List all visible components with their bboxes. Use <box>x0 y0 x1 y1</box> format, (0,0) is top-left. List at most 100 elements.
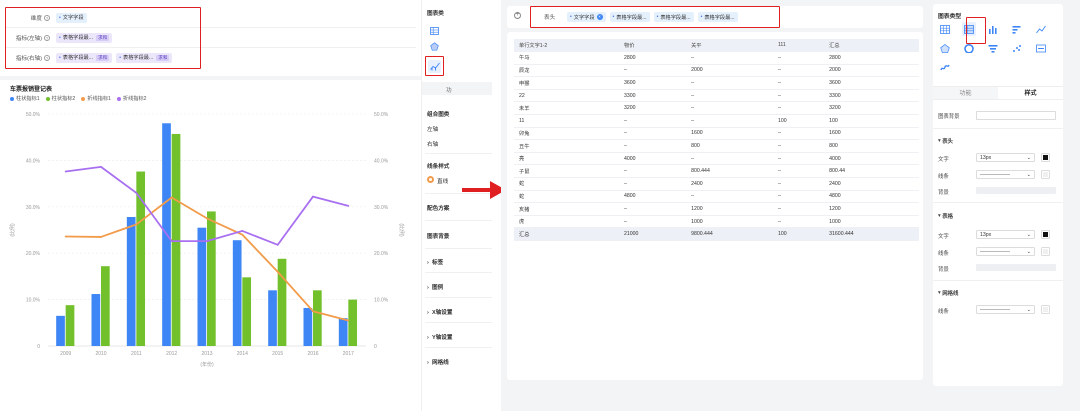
field-label: 维度 <box>30 15 42 22</box>
help-icon[interactable]: ? <box>44 14 50 21</box>
left-config-strip: 图表类 功 组合图类 左轴 右轴 线条样式 直线 配色方案 图表背景 › 标签 … <box>421 0 492 411</box>
column-header[interactable]: 关平 <box>686 39 773 53</box>
field-chip[interactable]: • 表格字段最... 求和 <box>56 32 113 43</box>
section-labels[interactable]: › 标签 <box>427 258 443 266</box>
table-chart-icon[interactable] <box>428 24 441 37</box>
table-cell: 3600 <box>824 76 919 90</box>
field-chip[interactable]: • 文字字段 <box>56 12 87 23</box>
x-tick-label: 2010 <box>95 351 106 357</box>
header-chip[interactable]: • 表格字段最... <box>697 12 738 22</box>
card-chart-icon[interactable] <box>1034 41 1048 55</box>
table-row: 虎 –1000–1000 <box>514 215 919 229</box>
table-cell: 3600 <box>619 76 687 90</box>
column-header[interactable]: 物价 <box>619 39 687 53</box>
radio-straight-line[interactable] <box>427 176 434 183</box>
help-icon[interactable]: ? <box>44 34 50 41</box>
table-cell: 3300 <box>619 89 687 103</box>
table-cell: – <box>619 202 687 216</box>
pivot-table-card: 单行文字1-2 物价 关平 111 汇总 午马 2800– –2800 辰龙 –2000–200… <box>507 32 923 380</box>
bar-柱状指标2 <box>348 299 358 346</box>
add-icon[interactable]: + <box>514 12 521 19</box>
column-header[interactable]: 单行文字1-2 <box>514 39 619 53</box>
section-legend[interactable]: › 图例 <box>427 283 443 291</box>
table-cell: – <box>772 190 825 204</box>
table-chart-icon[interactable] <box>938 22 952 36</box>
header-line-select[interactable]: ⌄ <box>976 170 1035 179</box>
point-折线指标2 <box>206 240 208 243</box>
remove-chip-icon[interactable]: × <box>596 14 603 20</box>
bar-柱状指标1 <box>197 227 207 346</box>
help-icon[interactable]: ? <box>44 54 50 61</box>
chip-dot-icon: • <box>59 14 61 21</box>
table-row: 辰龙 –2000–2000 <box>514 64 919 78</box>
tab-function[interactable]: 功 <box>446 86 452 94</box>
y-axis-title-right: (比例) <box>398 223 405 237</box>
table-line-select[interactable]: ⌄ <box>976 247 1035 256</box>
table-cell: 1200 <box>686 202 773 216</box>
header-chip[interactable]: • 文字字段 × <box>567 12 606 22</box>
text-label: 文字 <box>938 234 949 240</box>
tab-style[interactable]: 样式 <box>998 87 1063 99</box>
pivot-chart-icon[interactable] <box>962 22 976 36</box>
section-gridline[interactable]: ▾ 网格线 <box>938 289 958 297</box>
table-line-color-swatch[interactable] <box>1041 247 1050 256</box>
agg-badge[interactable]: 求和 <box>96 54 110 61</box>
legend-swatch <box>81 96 86 101</box>
chevron-right-icon: › <box>427 335 429 341</box>
section-x-axis[interactable]: › X轴设置 <box>427 308 453 316</box>
table-cell: 2800 <box>619 51 687 65</box>
pie-chart-icon[interactable] <box>962 41 976 55</box>
table-text-color-swatch[interactable] <box>1041 230 1050 239</box>
agg-badge[interactable]: 求和 <box>156 54 170 61</box>
field-chip[interactable]: • 表格字段最... 求和 <box>56 52 113 63</box>
field-chip[interactable]: • 表格字段最... 求和 <box>116 52 173 63</box>
legend-item[interactable]: 柱状指标2 <box>45 95 75 102</box>
column-header[interactable]: 汇总 <box>824 39 919 53</box>
header-chip[interactable]: • 表格字段最... <box>653 12 694 22</box>
total-cell: 21000 <box>619 227 687 241</box>
point-折线指标2 <box>170 240 173 243</box>
combo-chart-type-icon[interactable] <box>428 60 441 73</box>
y-tick-label-left: 10.0% <box>26 298 41 304</box>
header-font-size-select[interactable]: 13px ⌄ <box>976 153 1035 162</box>
x-tick-label: 2015 <box>272 351 283 357</box>
field-label: 指标(右轴) <box>15 55 42 62</box>
combo-chart: 0 0 10.0% 10.0% 20.0% 20.0% 30.0% 30.0% 40.0% 40.… <box>9 112 405 368</box>
chart-bg-input[interactable] <box>976 111 1056 120</box>
header-chip[interactable]: • 表格字段最... <box>609 12 650 22</box>
section-y-axis[interactable]: › Y轴设置 <box>427 333 453 341</box>
scatter-chart-icon[interactable] <box>1010 41 1024 55</box>
header-text-color-swatch[interactable] <box>1041 153 1050 162</box>
legend-item[interactable]: 折线指标1 <box>81 95 111 102</box>
table-bg-input[interactable] <box>976 264 1056 271</box>
point-折线指标2 <box>347 204 350 207</box>
grid-line-select[interactable]: ⌄ <box>976 305 1035 314</box>
map-chart-icon[interactable] <box>938 60 952 74</box>
table-cell: 3200 <box>824 101 919 116</box>
radar-chart-icon[interactable] <box>938 41 952 55</box>
legend-item[interactable]: 柱状指标1 <box>10 95 40 102</box>
grid-line-color-swatch[interactable] <box>1041 305 1050 314</box>
table-cell: – <box>772 76 825 90</box>
tab-function[interactable]: 功能 <box>933 87 998 99</box>
hbar-chart-icon[interactable] <box>1010 22 1024 36</box>
table-font-size-select[interactable]: 13px ⌄ <box>976 230 1035 239</box>
section-header[interactable]: ▾ 表头 <box>938 137 953 145</box>
agg-badge[interactable]: 求和 <box>96 34 110 41</box>
chevron-right-icon: › <box>427 360 429 366</box>
x-tick-label: 2014 <box>237 351 248 357</box>
chip-dot-icon: • <box>119 54 121 61</box>
radar-chart-icon[interactable] <box>428 40 441 53</box>
section-grid[interactable]: › 网格线 <box>427 358 449 366</box>
section-table[interactable]: ▾ 表格 <box>938 212 953 220</box>
funnel-chart-icon[interactable] <box>986 41 1000 55</box>
header-line-color-swatch[interactable] <box>1041 170 1050 179</box>
legend-item[interactable]: 折线指标2 <box>116 95 147 102</box>
bar-chart-icon[interactable] <box>986 22 1000 36</box>
y-tick-label-right: 50.0% <box>374 112 389 118</box>
chevron-down-icon: ⌄ <box>1026 171 1031 178</box>
column-header[interactable]: 111 <box>772 39 825 53</box>
header-bg-input[interactable] <box>976 187 1056 194</box>
line-chart-icon[interactable] <box>1034 22 1048 36</box>
chip-label: 表格字段最... <box>62 55 94 61</box>
